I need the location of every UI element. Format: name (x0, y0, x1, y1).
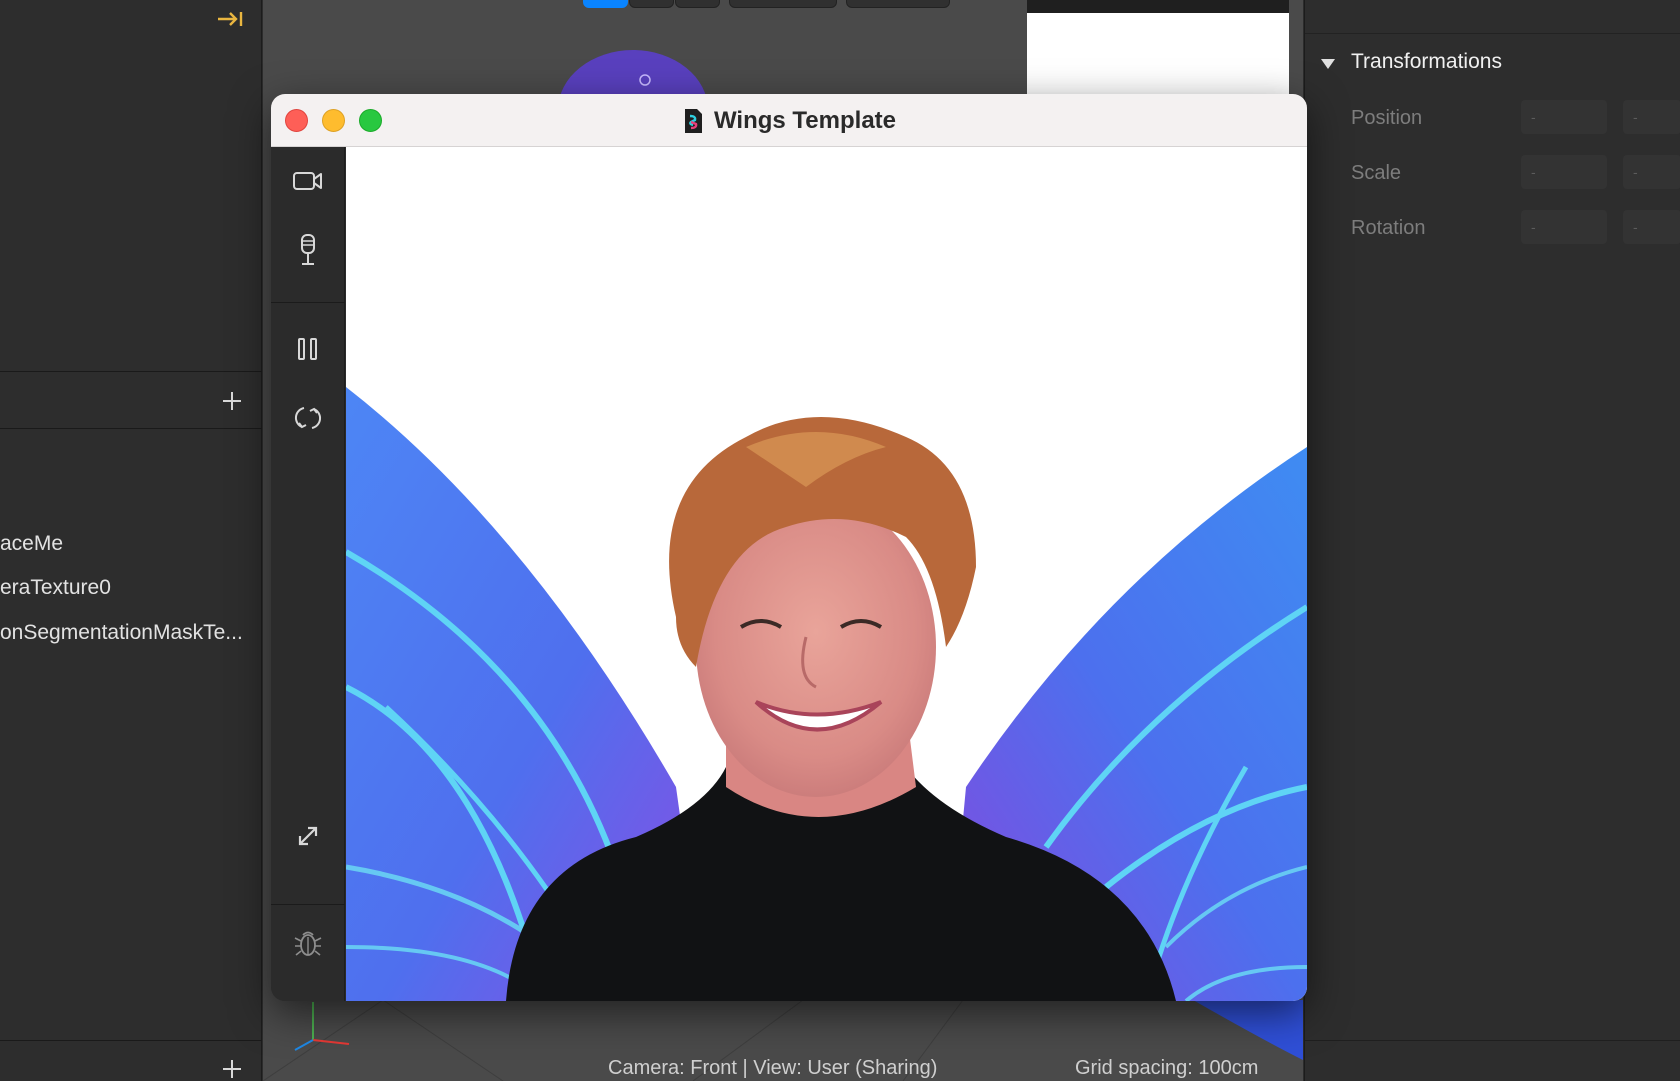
camera-status: Camera: Front | View: User (Sharing) (608, 1057, 938, 1079)
scale-label: Scale (1351, 162, 1402, 184)
spark-ar-app-icon (684, 108, 702, 133)
toolbar-mode-button[interactable] (583, 0, 628, 8)
asset-item[interactable]: aceMe (0, 532, 63, 556)
rotation-y-field[interactable]: - (1623, 210, 1680, 244)
toolbar-divider (271, 302, 345, 303)
toolbar-dropdown[interactable] (729, 0, 837, 8)
grid-spacing-status: Grid spacing: 100cm (1075, 1057, 1259, 1079)
asset-item[interactable]: eraTexture0 (0, 576, 111, 600)
effect-preview-canvas[interactable] (346, 147, 1307, 1001)
window-titlebar[interactable]: Wings Template (271, 94, 1307, 147)
panel-divider (1305, 1040, 1680, 1041)
add-asset-button[interactable] (220, 1057, 244, 1081)
rotation-label: Rotation (1351, 217, 1426, 239)
scale-y-field[interactable]: - (1623, 155, 1680, 189)
axis-gizmo (294, 1002, 350, 1051)
camera-feed-image (346, 387, 1307, 1001)
expand-icon[interactable] (288, 816, 328, 856)
add-object-button[interactable] (220, 389, 244, 413)
microphone-icon[interactable] (288, 230, 328, 270)
scale-x-field[interactable]: - (1521, 155, 1607, 189)
toolbar-mode-button[interactable] (629, 0, 674, 8)
video-camera-icon[interactable] (288, 161, 328, 201)
toolbar-divider (271, 904, 345, 905)
window-title-group: Wings Template (271, 94, 1307, 147)
preview-thumbnail (1027, 0, 1289, 100)
collapse-panel-icon[interactable] (216, 8, 246, 30)
disclosure-triangle-icon[interactable] (1319, 55, 1337, 73)
window-title: Wings Template (713, 106, 897, 134)
restart-icon[interactable] (288, 398, 328, 438)
panel-divider (0, 1040, 262, 1041)
left-panel: aceMe eraTexture0 onSegmentationMaskTe..… (0, 0, 262, 1081)
bug-report-icon[interactable] (288, 923, 328, 963)
inspector-panel: Transformations Position - - Scale - - R… (1304, 0, 1680, 1081)
panel-divider (0, 428, 262, 429)
section-title: Transformations (1351, 50, 1502, 73)
rotation-x-field[interactable]: - (1521, 210, 1607, 244)
position-y-field[interactable]: - (1623, 100, 1680, 134)
toolbar-dropdown[interactable] (846, 0, 950, 8)
toolbar-mode-button[interactable] (675, 0, 720, 8)
position-x-field[interactable]: - (1521, 100, 1607, 134)
pause-icon[interactable] (288, 329, 328, 369)
simulator-toolbar (271, 147, 345, 1001)
simulator-window: Wings Template (271, 94, 1307, 1001)
panel-divider (0, 371, 262, 372)
position-label: Position (1351, 107, 1423, 129)
asset-item[interactable]: onSegmentationMaskTe... (0, 621, 243, 645)
inspector-header (1305, 0, 1680, 34)
